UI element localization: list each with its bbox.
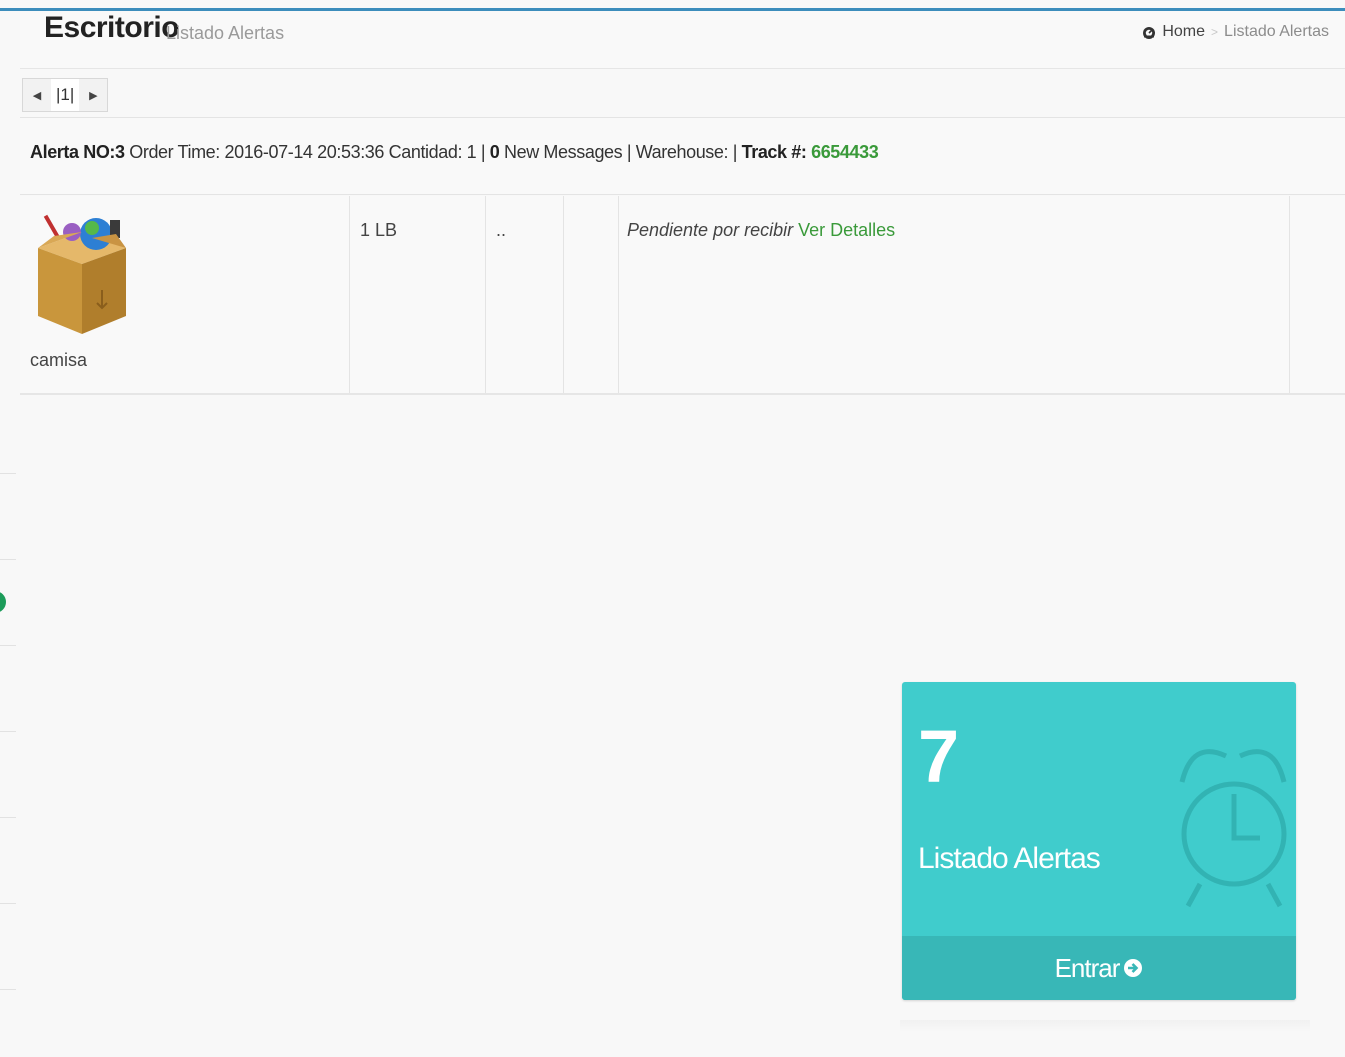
dashboard-icon	[1143, 27, 1156, 39]
sidebar-divider	[0, 903, 16, 904]
alarm-clock-icon	[1179, 749, 1287, 908]
sidebar-divider	[0, 731, 16, 732]
weight-value: 1 LB	[360, 220, 398, 240]
breadcrumb-separator: >	[1211, 25, 1219, 39]
new-messages-warehouse: New Messages | Warehouse: |	[504, 142, 737, 162]
status-text: Pendiente por recibir	[627, 220, 794, 240]
sidebar-divider	[0, 473, 16, 474]
sidebar-divider	[0, 817, 16, 818]
alert-table-row: camisa 1 LB .. Pendiente por recibir Ver…	[20, 196, 1345, 395]
next-page-button[interactable]: ▶	[79, 79, 108, 111]
pagination: ◀ |1| ▶	[22, 78, 109, 112]
caret-right-icon: ▶	[89, 89, 98, 102]
order-time: Order Time: 2016-07-14 20:53:36	[129, 142, 385, 162]
content-header: Escritorio Listado Alertas Home > Listad…	[20, 11, 1345, 69]
status-line: Pendiente por recibir Ver Detalles	[627, 220, 895, 241]
weight-cell: 1 LB	[350, 196, 486, 393]
entrar-button-label: Entrar	[1054, 952, 1121, 983]
new-messages-count: 0	[489, 142, 500, 162]
sidebar-divider	[0, 645, 16, 646]
product-name: camisa	[30, 350, 88, 370]
page: Escritorio Listado Alertas Home > Listad…	[0, 0, 1345, 1057]
sidebar-divider	[0, 989, 16, 990]
table-cell	[564, 196, 619, 393]
page-subtitle: Listado Alertas	[166, 23, 285, 43]
sidebar-divider	[0, 559, 16, 560]
ver-detalles-link[interactable]: Ver Detalles	[798, 220, 895, 240]
package-box-icon	[38, 214, 126, 334]
alert-number: Alerta NO:3	[30, 142, 125, 162]
track-number-link[interactable]: 6654433	[811, 142, 879, 162]
track-label: Track #:	[741, 142, 807, 162]
widget-shadow	[900, 1020, 1310, 1032]
page-title: Escritorio	[44, 11, 180, 44]
table-cell	[1290, 196, 1345, 393]
alert-header: Alerta NO:3 Order Time: 2016-07-14 20:53…	[20, 117, 1345, 195]
alert-summary: Alerta NO:3 Order Time: 2016-07-14 20:53…	[30, 142, 879, 163]
breadcrumb-current: Listado Alertas	[1224, 23, 1329, 40]
caret-left-icon: ◀	[32, 89, 42, 102]
alerts-stat-widget: 7 Listado Alertas Entrar	[902, 682, 1296, 1000]
prev-page-button[interactable]: ◀	[23, 79, 51, 111]
breadcrumb-home[interactable]: Home	[1162, 23, 1205, 41]
alerts-widget-label: Listado Alertas	[918, 842, 1101, 875]
sidebar-status-dot	[0, 591, 6, 613]
breadcrumb: Home > Listado Alertas	[1142, 23, 1329, 41]
page-number[interactable]: |1|	[51, 79, 79, 111]
status-cell: Pendiente por recibir Ver Detalles	[619, 196, 1290, 393]
cell-value: ..	[496, 220, 507, 240]
alerts-count: 7	[918, 715, 960, 798]
arrow-circle-right-icon	[1124, 959, 1143, 977]
cantidad: Cantidad: 1 |	[388, 142, 486, 162]
left-sidebar-edge	[0, 395, 20, 1055]
product-cell: camisa	[20, 196, 350, 393]
table-cell: ..	[486, 196, 564, 393]
entrar-button[interactable]: Entrar	[902, 936, 1296, 1000]
